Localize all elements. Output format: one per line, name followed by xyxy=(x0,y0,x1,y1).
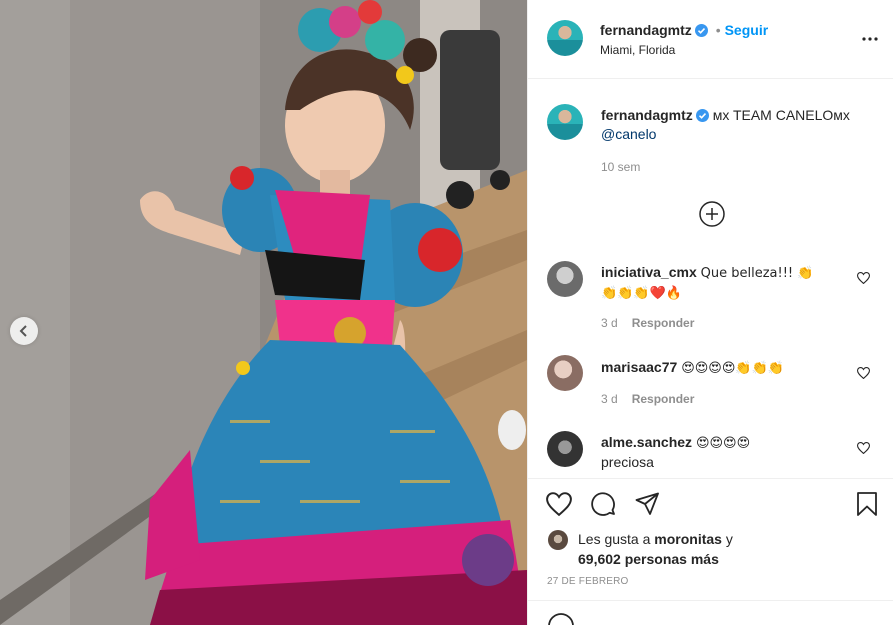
comment: marisaac77 😍😍😍😍👏👏👏 xyxy=(601,358,851,378)
comment-text-line2: 👏👏👏❤️🔥 xyxy=(601,286,682,301)
add-comment-bar[interactable] xyxy=(528,600,893,625)
caption-mention[interactable]: @canelo xyxy=(601,126,656,142)
comment-text: 😍😍😍😍👏👏👏 xyxy=(681,361,784,376)
post-photo[interactable] xyxy=(0,0,527,625)
comment-text: Que belleza!!! 👏 xyxy=(700,266,814,281)
comment-meta: 3 d Responder xyxy=(601,316,694,330)
like-comment-heart-icon[interactable] xyxy=(857,272,870,284)
liker-username[interactable]: moronitas xyxy=(654,531,722,547)
likes-count[interactable]: 69,602 personas más xyxy=(578,551,719,567)
comment-username[interactable]: marisaac77 xyxy=(601,359,677,375)
reply-button[interactable]: Responder xyxy=(632,316,695,330)
owner-username[interactable]: fernandagmtz xyxy=(600,22,692,38)
share-send-icon[interactable] xyxy=(635,492,660,516)
comment: iniciativa_cmx Que belleza!!! 👏 👏👏👏❤️🔥 xyxy=(601,263,841,303)
post-actions: Les gusta a moronitas y 69,602 personas … xyxy=(528,478,893,625)
follow-button[interactable]: Seguir xyxy=(725,22,769,38)
reply-button[interactable]: Responder xyxy=(632,392,695,406)
post-header: fernandagmtz • Seguir Miami, Florida xyxy=(528,0,893,79)
comment-text: 😍😍😍😍 xyxy=(695,436,751,451)
verified-badge-icon xyxy=(695,109,709,122)
comment-time[interactable]: 3 d xyxy=(601,316,618,330)
comment-username[interactable]: iniciativa_cmx xyxy=(601,264,697,280)
like-comment-heart-icon[interactable] xyxy=(857,367,870,379)
like-comment-heart-icon[interactable] xyxy=(857,442,870,454)
comment: alme.sanchez 😍😍😍😍 preciosa xyxy=(601,433,851,472)
separator-dot: • xyxy=(715,22,721,38)
liker-avatar[interactable] xyxy=(548,530,568,550)
more-options-icon[interactable] xyxy=(862,37,878,41)
save-bookmark-icon[interactable] xyxy=(856,491,878,517)
post-side-panel: fernandagmtz • Seguir Miami, Florida fern… xyxy=(527,0,893,625)
comment-bubble-icon[interactable] xyxy=(590,491,616,517)
caption-text: ᴍx TEAM CANELOᴍx xyxy=(712,107,850,123)
emoji-icon[interactable] xyxy=(548,613,574,625)
caption-username[interactable]: fernandagmtz xyxy=(601,107,693,123)
comment-time[interactable]: 3 d xyxy=(601,392,618,406)
comment-username[interactable]: alme.sanchez xyxy=(601,434,692,450)
post-date[interactable]: 27 DE FEBRERO xyxy=(547,576,629,587)
previous-photo-button[interactable] xyxy=(10,317,38,345)
comment-avatar[interactable] xyxy=(547,355,583,391)
likes-prefix: Les gusta a xyxy=(578,531,651,547)
comment-avatar[interactable] xyxy=(547,261,583,297)
comments-list[interactable]: fernandagmtz ᴍx TEAM CANELOᴍx @canelo 10… xyxy=(528,80,893,477)
caption: fernandagmtz ᴍx TEAM CANELOᴍx @canelo xyxy=(601,106,881,144)
likes-summary: Les gusta a moronitas y 69,602 personas … xyxy=(578,529,878,569)
header-line: fernandagmtz • Seguir xyxy=(600,22,768,38)
caption-avatar[interactable] xyxy=(547,104,583,140)
likes-conj: y xyxy=(725,531,733,547)
chevron-left-icon xyxy=(19,325,27,337)
owner-avatar[interactable] xyxy=(547,20,583,56)
comment-text-line2: preciosa xyxy=(601,454,654,470)
comment-meta: 3 d Responder xyxy=(601,392,694,406)
location-link[interactable]: Miami, Florida xyxy=(600,43,675,57)
like-heart-icon[interactable] xyxy=(546,492,572,516)
comment-avatar[interactable] xyxy=(547,431,583,467)
load-more-comments-icon[interactable] xyxy=(699,201,725,227)
caption-time[interactable]: 10 sem xyxy=(601,160,640,174)
verified-badge-icon xyxy=(694,24,708,37)
photo-illustration xyxy=(0,0,527,625)
